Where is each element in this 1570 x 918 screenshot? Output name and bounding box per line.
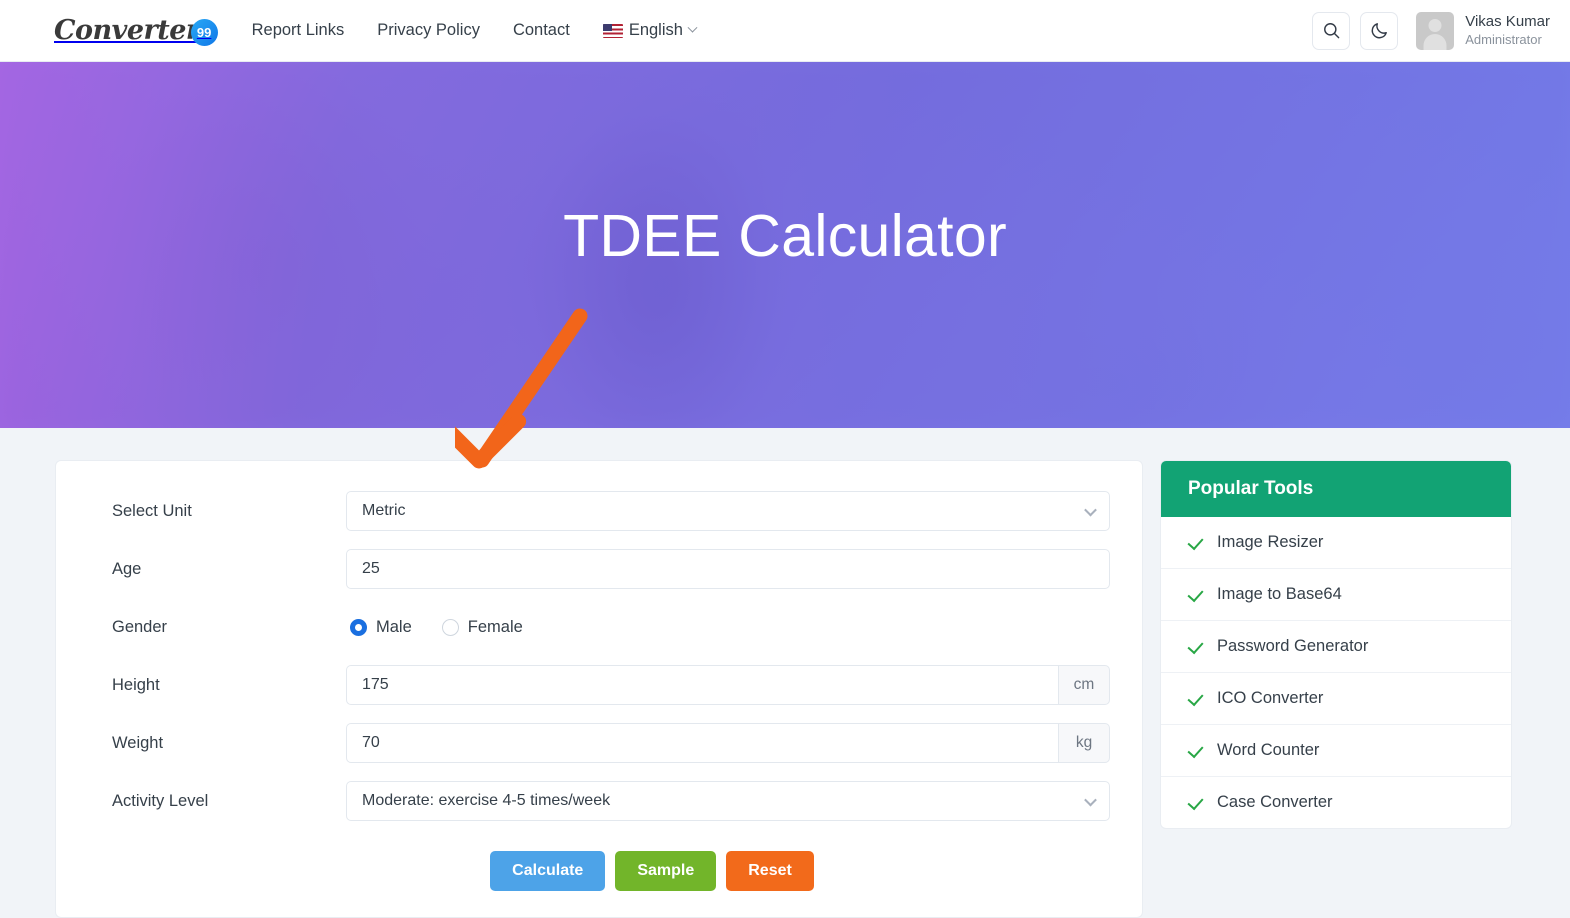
reset-button[interactable]: Reset	[726, 851, 814, 891]
height-input[interactable]: 175	[346, 665, 1058, 705]
tool-label: Image Resizer	[1217, 533, 1324, 551]
tool-item-case-converter[interactable]: Case Converter	[1161, 777, 1511, 828]
user-info: Vikas Kumar Administrator	[1465, 13, 1550, 48]
language-label: English	[628, 21, 683, 39]
calculate-button[interactable]: Calculate	[490, 851, 606, 891]
avatar	[1416, 11, 1455, 50]
tool-label: Password Generator	[1217, 637, 1369, 655]
user-role: Administrator	[1465, 31, 1542, 47]
tool-item-word-counter[interactable]: Word Counter	[1161, 725, 1511, 777]
tool-label: Word Counter	[1217, 741, 1320, 759]
tool-label: ICO Converter	[1217, 689, 1324, 707]
user-name: Vikas Kumar	[1465, 13, 1550, 30]
height-unit-addon: cm	[1058, 665, 1110, 705]
form-row-select-unit: Select Unit Metric	[84, 491, 1110, 531]
age-input[interactable]: 25	[346, 549, 1110, 589]
check-icon	[1188, 586, 1205, 603]
nav-item-privacy-policy[interactable]: Privacy Policy	[377, 21, 480, 40]
weight-input[interactable]: 70	[346, 723, 1058, 763]
hero-banner: TDEE Calculator	[0, 62, 1570, 428]
check-icon	[1188, 794, 1205, 811]
main-nav: Report Links Privacy Policy Contact Engl…	[252, 21, 698, 40]
radio-male[interactable]	[350, 618, 367, 636]
select-unit-label: Select Unit	[112, 501, 192, 520]
age-label: Age	[112, 559, 142, 578]
top-header: Converter 99 Report Links Privacy Policy…	[0, 0, 1570, 62]
tool-item-image-resizer[interactable]: Image Resizer	[1161, 517, 1511, 569]
moon-icon	[1371, 23, 1387, 39]
tool-label: Case Converter	[1217, 793, 1333, 811]
tdee-calculator-form: Select Unit Metric Age 25 Gender Male Fe…	[55, 460, 1143, 918]
weight-label: Weight	[112, 733, 164, 752]
form-row-height: Height 175 cm	[84, 665, 1110, 705]
form-actions: Calculate Sample Reset	[84, 851, 1110, 891]
weight-unit-addon: kg	[1058, 723, 1110, 763]
tool-item-ico-converter[interactable]: ICO Converter	[1161, 673, 1511, 725]
tool-label: Image to Base64	[1217, 585, 1342, 603]
form-row-gender: Gender Male Female	[84, 607, 1110, 647]
tool-item-password-generator[interactable]: Password Generator	[1161, 621, 1511, 673]
popular-tools-panel: Popular Tools Image Resizer Image to Bas…	[1160, 460, 1512, 829]
logo-badge: 99	[190, 19, 218, 46]
language-selector[interactable]: English	[602, 21, 698, 40]
select-unit-dropdown[interactable]: Metric	[346, 491, 1110, 531]
radio-female[interactable]	[441, 618, 459, 636]
activity-level-dropdown[interactable]: Moderate: exercise 4-5 times/week	[346, 781, 1110, 821]
height-label: Height	[112, 675, 160, 694]
page-title: TDEE Calculator	[563, 203, 1007, 269]
check-icon	[1188, 742, 1205, 759]
user-menu[interactable]: Vikas Kumar Administrator	[1416, 11, 1550, 50]
gender-label: Gender	[112, 617, 168, 636]
sample-button[interactable]: Sample	[615, 851, 717, 891]
logo-text: Converter	[54, 15, 200, 46]
search-button[interactable]	[1312, 11, 1351, 50]
site-logo[interactable]: Converter 99	[54, 11, 218, 51]
chevron-down-icon	[687, 22, 698, 33]
check-icon	[1188, 690, 1205, 707]
nav-item-contact[interactable]: Contact	[513, 21, 570, 40]
header-actions: Vikas Kumar Administrator	[1312, 11, 1550, 50]
dark-mode-toggle[interactable]	[1360, 11, 1399, 50]
us-flag-icon	[602, 23, 623, 38]
radio-male-label: Male	[376, 617, 412, 636]
tool-item-image-to-base64[interactable]: Image to Base64	[1161, 569, 1511, 621]
popular-tools-title: Popular Tools	[1161, 461, 1511, 517]
nav-item-report-links[interactable]: Report Links	[252, 21, 345, 40]
radio-female-label: Female	[467, 617, 523, 636]
form-row-activity-level: Activity Level Moderate: exercise 4-5 ti…	[84, 781, 1110, 821]
activity-level-label: Activity Level	[112, 791, 209, 810]
search-icon	[1323, 23, 1340, 39]
form-row-weight: Weight 70 kg	[84, 723, 1110, 763]
main-content: Select Unit Metric Age 25 Gender Male Fe…	[0, 428, 1570, 918]
gender-option-male[interactable]: Male	[350, 618, 412, 637]
check-icon	[1188, 638, 1205, 655]
gender-option-female[interactable]: Female	[441, 617, 523, 637]
gender-radio-group: Male Female	[346, 618, 523, 637]
form-row-age: Age 25	[84, 549, 1110, 589]
check-icon	[1188, 534, 1205, 551]
